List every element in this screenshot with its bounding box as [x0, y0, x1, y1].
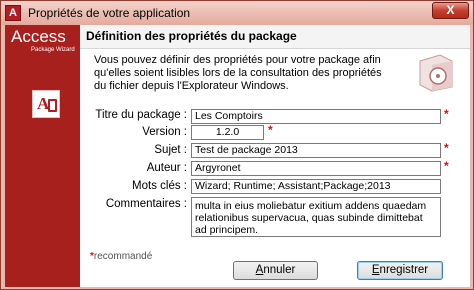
window-title: Propriétés de votre application	[28, 6, 191, 20]
required-marker: *	[444, 141, 449, 155]
keywords-label: Mots clés :	[132, 180, 187, 192]
subject-label: Sujet :	[154, 144, 187, 156]
required-marker: *	[444, 107, 449, 121]
version-field[interactable]: 1.2.0	[191, 125, 264, 140]
legend-text: recommandé	[93, 251, 153, 262]
title-bar: A Propriétés de votre application X	[1, 1, 473, 25]
comments-textarea[interactable]: multa in eius moliebatur exitium addens …	[191, 197, 441, 237]
content-panel: Définition des propriétés du package Vou…	[80, 25, 470, 287]
title-label: Titre du package :	[95, 109, 187, 121]
keywords-field[interactable]: Wizard; Runtime; Assistant;Package;2013	[191, 179, 441, 194]
comments-label: Commentaires :	[105, 198, 187, 210]
version-label: Version :	[142, 126, 187, 138]
panel-header: Définition des propriétés du package	[80, 25, 470, 49]
brand-title: Access	[11, 27, 66, 46]
page-title: Définition des propriétés du package	[86, 29, 297, 43]
title-field[interactable]: Les Comptoirs	[191, 109, 441, 124]
cancel-label: nnuler	[263, 264, 296, 276]
register-label: nregistrer	[379, 264, 429, 276]
description-text: Vous pouvez définir des propriétés pour …	[94, 54, 382, 92]
required-marker: *	[444, 159, 449, 173]
author-field[interactable]: Argyronet	[191, 161, 441, 176]
subject-field[interactable]: Test de package 2013	[191, 143, 441, 158]
register-accesskey: E	[371, 264, 380, 276]
dialog-window: A Propriétés de votre application X Acce…	[0, 0, 474, 290]
register-button[interactable]: Enregistrer	[357, 261, 443, 280]
wizard-sidebar: Access Package Wizard A	[5, 25, 80, 287]
author-label: Auteur :	[146, 162, 187, 174]
brand-subtitle: Package Wizard	[31, 47, 75, 53]
required-marker: *	[268, 123, 273, 137]
software-box-icon	[419, 54, 453, 92]
cancel-button[interactable]: Annuler	[233, 261, 318, 280]
close-button[interactable]: X	[432, 2, 469, 19]
access-logo-icon: A	[32, 90, 60, 118]
required-legend: *recommandé	[90, 251, 152, 262]
access-app-icon: A	[5, 5, 21, 21]
